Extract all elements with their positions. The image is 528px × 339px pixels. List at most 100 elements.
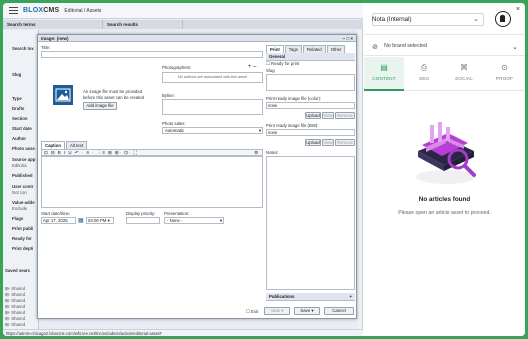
filter-label: Drafts <box>12 106 25 111</box>
empty-state-title: No articles found <box>418 196 471 203</box>
bw-file-value: none <box>266 129 355 136</box>
color-file-value: none <box>266 102 355 109</box>
photographers-label: Photographers: <box>162 65 192 70</box>
tab-proof[interactable]: ⊙ PROOF <box>484 57 525 91</box>
presentation-select[interactable]: - None - ▾ <box>164 217 224 224</box>
saved-search-item[interactable]: ⊞- Shared <box>5 322 25 328</box>
title-label: Title: <box>41 45 51 50</box>
chevron-down-icon: ▾ <box>258 128 261 133</box>
slug-input[interactable] <box>266 74 355 91</box>
exit-checkbox[interactable]: ☐ Exit <box>246 309 258 315</box>
filter-label: Flags <box>12 216 24 221</box>
image-asset-dialog: Image: (new) – □ × Title: An image file … <box>37 34 357 319</box>
slug-label: Slug <box>266 68 275 73</box>
filter-label: Print depti <box>12 246 34 251</box>
brand-select[interactable]: ⊘ No brand selected ⌄ <box>364 36 525 56</box>
filter-label: Source app <box>12 157 36 162</box>
cms-topbar: BLOXCMS Editorial / Assets <box>3 3 363 19</box>
filter-label: Print publi <box>12 226 34 231</box>
filter-option[interactable]: Editoria <box>12 163 27 168</box>
dialog-title: Image: (new) <box>41 36 69 41</box>
view-bw-button[interactable]: View <box>322 139 334 146</box>
color-file-label: Print-ready image file (color): <box>266 96 322 101</box>
no-articles-illustration <box>416 122 476 184</box>
cancel-button[interactable]: Cancel <box>324 307 354 315</box>
display-priority-input[interactable] <box>126 217 160 224</box>
publications-section[interactable]: Publications + <box>266 293 355 301</box>
add-image-button[interactable]: Add image file <box>83 102 117 110</box>
filter-label: Published <box>12 173 33 178</box>
panel-tabs: ▤ CONTENT ⎙ SEO ⌘ SOCIAL ⊙ PROOF <box>364 57 525 91</box>
breadcrumb: Editorial / Assets <box>64 7 102 14</box>
search-filter-column: Search tex Slug Type Drafts Section Star… <box>3 30 39 336</box>
tab-seo[interactable]: ⎙ SEO <box>404 57 444 91</box>
filter-label: Search tex <box>12 46 34 51</box>
filter-option[interactable]: Not con <box>12 190 27 195</box>
check-circle-icon: ⊙ <box>501 63 508 72</box>
nota-logo-icon <box>495 11 511 27</box>
filter-label: Ready for <box>12 236 32 241</box>
menu-icon[interactable] <box>9 7 18 14</box>
chevron-down-icon: ▾ <box>219 218 222 223</box>
app-frame: BLOXCMS Editorial / Assets Search terms … <box>3 3 525 336</box>
close-icon[interactable]: × <box>516 6 520 13</box>
filter-label: Author <box>12 136 27 141</box>
tag-icon: ⊘ <box>372 44 378 51</box>
ready-for-print-checkbox[interactable]: ☐ Ready for print <box>266 61 299 67</box>
filter-label: Slug <box>12 72 22 77</box>
social-icon: ⌘ <box>460 63 468 72</box>
editor-toolbar[interactable]: ⊡ ⊟ B I U ↶ · ≡ · ⋮≡ ⊞ ⊞· ⊡· ⛶ ⚙ <box>41 149 263 156</box>
browser-status-url: https://admin-chicago2.bloxcms.com/wfs.l… <box>3 329 363 336</box>
seo-icon: ⎙ <box>420 63 428 72</box>
search-results-header[interactable]: Search results <box>103 20 183 29</box>
workspace-title: Nota (Internal) <box>372 16 412 23</box>
blox-cms-window: BLOXCMS Editorial / Assets Search terms … <box>3 3 363 336</box>
results-column-edge <box>357 30 362 336</box>
chevron-down-icon: ⌄ <box>512 44 518 51</box>
calendar-icon[interactable]: ▦ <box>78 217 84 224</box>
image-required-hint: An image file must be provided before th… <box>83 89 145 100</box>
add-icon[interactable]: + <box>349 294 352 299</box>
byline-input[interactable] <box>162 99 263 115</box>
brand-label: No brand selected <box>384 43 427 49</box>
filter-label: User contr <box>12 184 34 189</box>
upload-color-button[interactable]: Upload <box>305 112 321 119</box>
byline-label: Byline: <box>162 93 175 98</box>
panel-header: Nota (Internal) ⌄ × <box>364 3 525 35</box>
photo-sales-select[interactable]: Automatic ▾ <box>162 127 263 134</box>
general-section: General <box>266 53 355 61</box>
bw-file-label: Print ready image file (BW): <box>266 123 319 128</box>
photo-sales-label: Photo sales: <box>162 121 186 126</box>
start-time-select[interactable]: 04:00 PM ▾ <box>86 217 114 224</box>
title-input[interactable] <box>41 51 263 58</box>
filter-label: Section <box>12 116 28 121</box>
view-color-button[interactable]: View <box>322 112 334 119</box>
search-terms-header[interactable]: Search terms <box>3 20 103 29</box>
saved-searches-header: Saved searc <box>5 268 31 273</box>
start-date-label: Start date/time: <box>41 211 71 216</box>
add-remove-photographer[interactable]: + – <box>248 64 257 70</box>
save-button[interactable]: Save ▾ <box>294 307 320 315</box>
remove-bw-button[interactable]: Remove <box>335 139 355 146</box>
view-button[interactable]: View ▾ <box>264 307 290 315</box>
cms-logo: BLOXCMS <box>23 7 60 14</box>
remove-color-button[interactable]: Remove <box>335 112 355 119</box>
chevron-down-icon[interactable]: ⌄ <box>473 15 479 23</box>
filter-label: Photo asse <box>12 146 35 151</box>
dialog-titlebar: Image: (new) – □ × <box>38 35 356 42</box>
filter-option[interactable]: Exclude <box>12 206 27 211</box>
tab-content[interactable]: ▤ CONTENT <box>364 57 404 91</box>
photographers-list[interactable]: No authors are associated with this asse… <box>162 72 263 83</box>
window-controls[interactable]: – □ × <box>343 36 353 41</box>
filter-label: Start date <box>12 126 32 131</box>
notes-input[interactable] <box>266 156 355 290</box>
empty-state-message: Please open an article asset to proceed. <box>398 210 491 216</box>
upload-bw-button[interactable]: Upload <box>305 139 321 146</box>
search-header: Search terms Search results <box>3 20 363 29</box>
image-placeholder-icon <box>53 85 73 105</box>
start-date-input[interactable]: Apr 17, 2025 <box>41 217 76 224</box>
presentation-label: Presentation: <box>164 211 190 216</box>
filter-label: Value-adde <box>12 200 35 205</box>
caption-editor[interactable] <box>41 156 263 208</box>
tab-social[interactable]: ⌘ SOCIAL <box>444 57 484 91</box>
